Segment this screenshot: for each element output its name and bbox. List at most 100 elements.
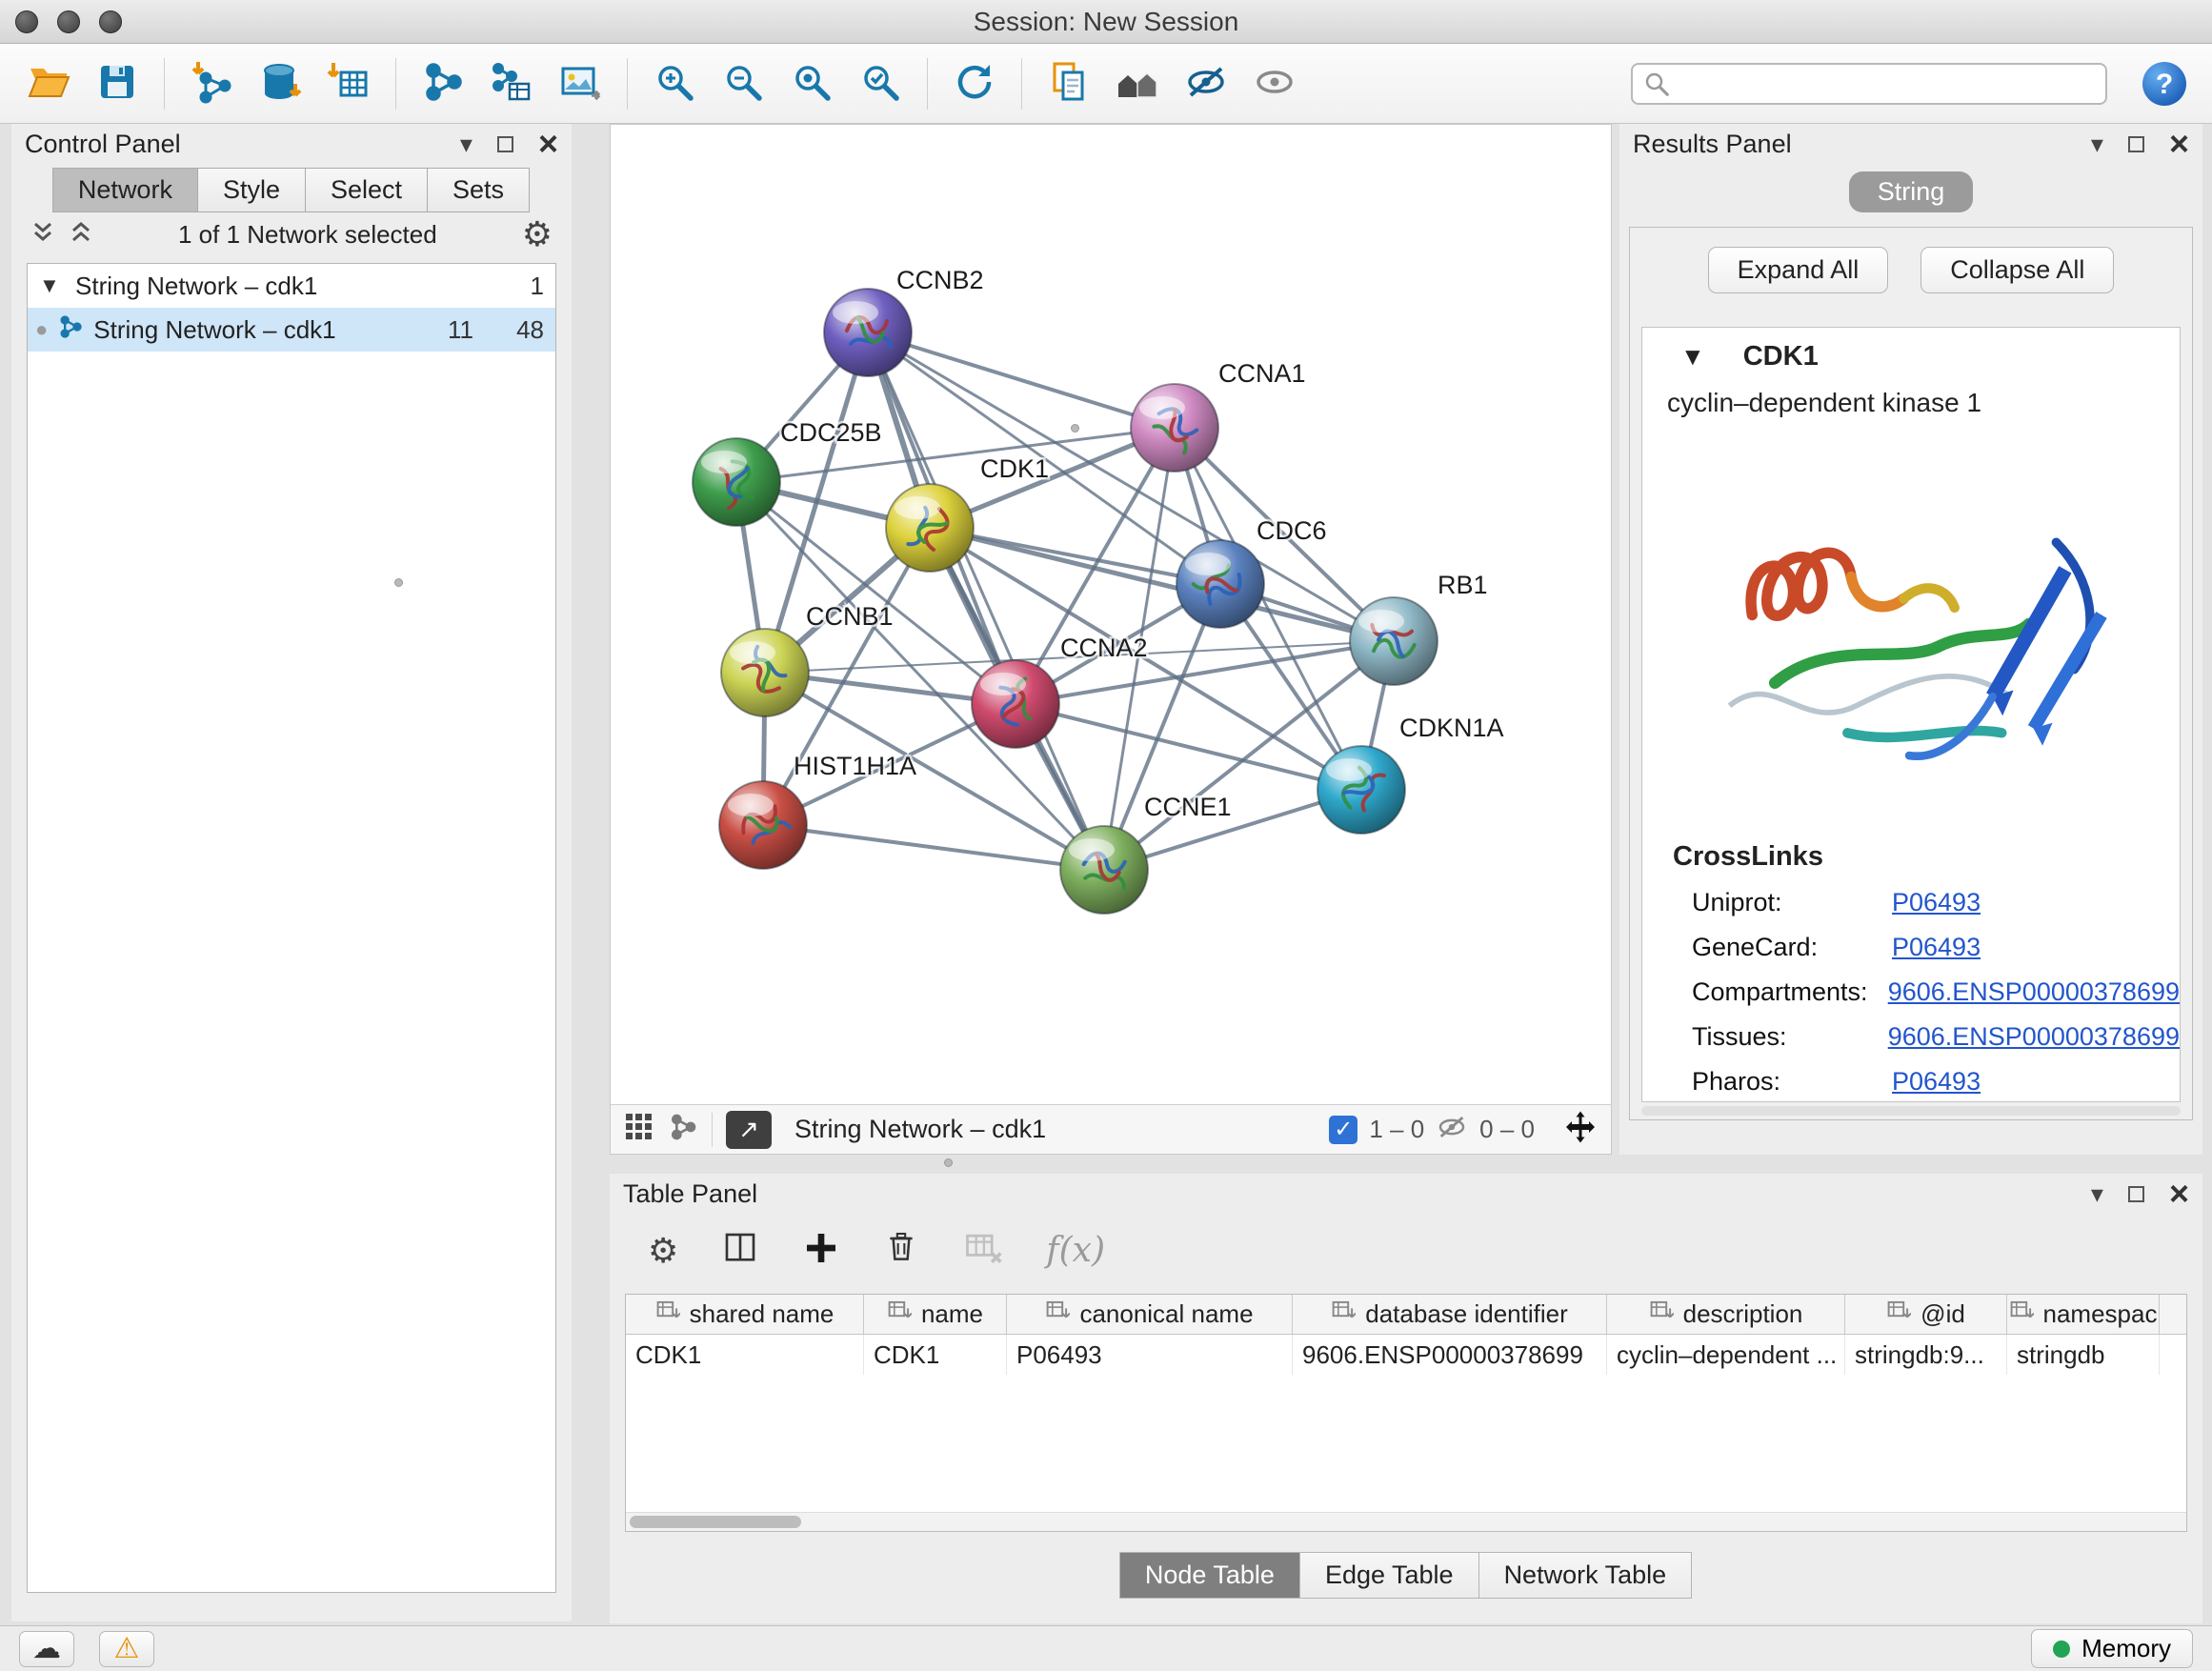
tab-select[interactable]: Select — [305, 168, 428, 212]
edge-CDC6-CCNE1[interactable] — [1104, 584, 1220, 870]
warnings-button[interactable]: ⚠ — [99, 1631, 154, 1667]
splitter-handle[interactable] — [394, 578, 403, 587]
open-session-button[interactable] — [17, 52, 80, 115]
network-table-button[interactable] — [480, 52, 543, 115]
cloud-button[interactable]: ☁ — [19, 1631, 74, 1667]
expand-all-icon[interactable] — [69, 220, 93, 250]
table-row[interactable]: CDK1CDK1P064939606.ENSP00000378699cyclin… — [626, 1335, 2186, 1375]
edge-CCNB2-CCNA1[interactable] — [868, 332, 1175, 428]
zoom-selected-button[interactable] — [849, 52, 912, 115]
tab-network-table[interactable]: Network Table — [1478, 1552, 1693, 1599]
zoom-fit-button[interactable] — [780, 52, 843, 115]
tab-style[interactable]: Style — [197, 168, 306, 212]
help-button[interactable]: ? — [2140, 59, 2189, 109]
node-CCNA1[interactable] — [1131, 384, 1218, 472]
panel-menu-icon[interactable]: ▾ — [2091, 1179, 2103, 1209]
splitter-handle[interactable] — [944, 1158, 953, 1167]
save-session-button[interactable] — [86, 52, 149, 115]
table-options-gear-icon[interactable]: ⚙ — [648, 1234, 678, 1268]
network-row-selected[interactable]: ● String Network – cdk1 11 48 — [28, 308, 555, 352]
node-CDK1[interactable] — [886, 484, 974, 572]
close-panel-icon[interactable]: × — [2169, 127, 2189, 161]
column-header--id[interactable]: @id — [1845, 1295, 2007, 1334]
compartments-link[interactable]: 9606.ENSP00000378699 — [1888, 977, 2180, 1007]
float-panel-icon[interactable] — [2128, 136, 2144, 152]
node-CCNB2[interactable] — [824, 289, 912, 376]
open-in-window-button[interactable]: ↗ — [726, 1111, 772, 1149]
tab-network[interactable]: Network — [52, 168, 198, 212]
import-network-file-button[interactable] — [180, 52, 243, 115]
show-columns-icon[interactable] — [720, 1228, 760, 1273]
close-panel-icon[interactable]: × — [538, 127, 558, 161]
node-CCNA2[interactable] — [972, 660, 1059, 748]
disclosure-triangle-icon[interactable]: ▼ — [39, 273, 66, 298]
column-header-name[interactable]: name — [864, 1295, 1007, 1334]
show-graphics-details-button[interactable] — [1243, 52, 1306, 115]
tab-string[interactable]: String — [1849, 171, 1974, 212]
column-header-namespac[interactable]: namespac — [2007, 1295, 2160, 1334]
grid-icon[interactable] — [624, 1112, 654, 1147]
close-panel-icon[interactable]: × — [2169, 1177, 2189, 1211]
delete-column-icon[interactable] — [882, 1229, 920, 1272]
column-header-description[interactable]: description — [1607, 1295, 1845, 1334]
panel-menu-icon[interactable]: ▾ — [460, 130, 473, 159]
table-cell[interactable]: cyclin–dependent ... — [1607, 1335, 1845, 1375]
add-column-icon[interactable] — [802, 1229, 840, 1272]
zoom-out-button[interactable] — [712, 52, 774, 115]
float-panel-icon[interactable] — [2128, 1186, 2144, 1202]
table-cell[interactable]: P06493 — [1007, 1335, 1293, 1375]
tab-node-table[interactable]: Node Table — [1119, 1552, 1300, 1599]
tab-edge-table[interactable]: Edge Table — [1299, 1552, 1479, 1599]
table-cell[interactable]: 9606.ENSP00000378699 — [1293, 1335, 1607, 1375]
gear-icon[interactable]: ⚙ — [522, 217, 553, 252]
node-HIST1H1A[interactable] — [719, 781, 807, 869]
panel-menu-icon[interactable]: ▾ — [2091, 130, 2103, 159]
column-header-database-identifier[interactable]: database identifier — [1293, 1295, 1607, 1334]
table-cell[interactable]: stringdb — [2007, 1335, 2160, 1375]
splitter-handle[interactable] — [1071, 424, 1079, 433]
export-image-button[interactable] — [549, 52, 612, 115]
node-CDC25B[interactable] — [693, 438, 780, 526]
table-cell[interactable]: stringdb:9... — [1845, 1335, 2007, 1375]
edge-CCNE1-HIST1H1A[interactable] — [763, 825, 1104, 870]
network-collection-row[interactable]: ▼ String Network – cdk1 1 — [28, 264, 555, 308]
node-CDKN1A[interactable] — [1317, 746, 1405, 834]
memory-button[interactable]: Memory — [2031, 1629, 2193, 1668]
scrollbar-thumb[interactable] — [630, 1516, 801, 1528]
uniprot-link[interactable]: P06493 — [1892, 888, 1981, 917]
zoom-in-button[interactable] — [643, 52, 706, 115]
edge-CCNB2-CCNE1[interactable] — [868, 332, 1104, 870]
collapse-all-icon[interactable] — [30, 220, 55, 250]
pharos-link[interactable]: P06493 — [1892, 1067, 1981, 1097]
pan-icon[interactable] — [1563, 1110, 1598, 1149]
expand-all-button[interactable]: Expand All — [1708, 247, 1889, 293]
tissues-link[interactable]: 9606.ENSP00000378699 — [1888, 1022, 2180, 1052]
tab-sets[interactable]: Sets — [427, 168, 530, 212]
node-RB1[interactable] — [1350, 597, 1438, 685]
clipboard-button[interactable] — [1037, 52, 1100, 115]
column-header-shared-name[interactable]: shared name — [626, 1295, 864, 1334]
float-panel-icon[interactable] — [497, 136, 513, 152]
refresh-layout-button[interactable] — [943, 52, 1006, 115]
node-CCNB1[interactable] — [721, 629, 809, 716]
search-input[interactable] — [1631, 63, 2107, 105]
collapse-all-button[interactable]: Collapse All — [1920, 247, 2114, 293]
node-CDC6[interactable] — [1176, 540, 1264, 628]
genecard-link[interactable]: P06493 — [1892, 933, 1981, 962]
birdseye-button[interactable] — [1106, 52, 1169, 115]
column-header-canonical-name[interactable]: canonical name — [1007, 1295, 1293, 1334]
node-CCNE1[interactable] — [1060, 826, 1148, 914]
function-builder-icon[interactable]: f(x) — [1046, 1231, 1105, 1270]
hide-graphics-details-button[interactable] — [1175, 52, 1237, 115]
table-cell[interactable]: CDK1 — [626, 1335, 864, 1375]
new-network-button[interactable] — [412, 52, 474, 115]
table-horizontal-scrollbar[interactable] — [626, 1512, 2186, 1531]
table-cell[interactable]: CDK1 — [864, 1335, 1007, 1375]
import-table-button[interactable] — [317, 52, 380, 115]
import-network-database-button[interactable] — [249, 52, 312, 115]
network-canvas[interactable]: CCNB2CCNA1CDC25BCDK1CDC6RB1CCNB1CCNA2CDK… — [611, 125, 1611, 1104]
results-scrollbar[interactable] — [1641, 1106, 2181, 1116]
gene-disclosure-icon[interactable]: ▼ — [1680, 342, 1705, 372]
selected-checkbox-icon[interactable]: ✓ — [1329, 1116, 1357, 1144]
share-network-icon[interactable] — [668, 1112, 698, 1147]
